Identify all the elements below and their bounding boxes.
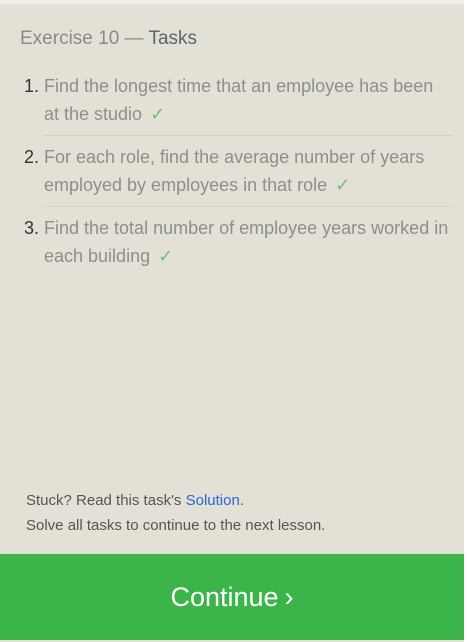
chevron-right-icon: › (284, 581, 294, 612)
continue-button[interactable]: Continue › (0, 554, 464, 640)
check-icon: ✓ (158, 246, 174, 266)
task-number: 2. (24, 147, 40, 167)
stuck-line: Stuck? Read this task's Solution. (26, 488, 325, 513)
continue-hint: Solve all tasks to continue to the next … (26, 517, 326, 534)
task-item-1: 1. Find the longest time that an employe… (24, 72, 452, 128)
check-icon: ✓ (335, 175, 351, 195)
task-text: Find the longest time that an employee h… (44, 76, 434, 124)
continue-label: Continue (170, 581, 279, 612)
tasks-heading: Tasks (148, 28, 198, 49)
panel-footer: Stuck? Read this task's Solution. Solve … (26, 488, 325, 538)
solution-link[interactable]: Solution (186, 492, 240, 509)
task-item-2: 2. For each role, find the average numbe… (24, 143, 452, 199)
stuck-suffix: . (239, 492, 244, 509)
panel-header: Exercise 10 — Tasks (20, 28, 197, 50)
task-text-wrapper: Find the total number of employee years … (44, 214, 452, 270)
task-number: 3. (24, 218, 40, 238)
task-item-3: 3. Find the total number of employee yea… (24, 214, 452, 270)
task-text-wrapper: For each role, find the average number o… (44, 143, 452, 199)
task-text: Find the total number of employee years … (44, 218, 449, 266)
task-number: 1. (24, 76, 40, 96)
tasks-panel: Exercise 10 — Tasks 1. Find the longest … (0, 4, 464, 642)
stuck-prefix: Stuck? Read this task's (26, 492, 186, 509)
task-text: For each role, find the average number o… (44, 147, 425, 195)
check-icon: ✓ (150, 104, 166, 124)
task-list: 1. Find the longest time that an employe… (24, 72, 452, 270)
task-divider (44, 135, 452, 136)
task-divider (44, 206, 452, 207)
task-text-wrapper: Find the longest time that an employee h… (44, 72, 452, 128)
exercise-label: Exercise 10 — (20, 28, 144, 49)
right-edge (464, 0, 468, 642)
